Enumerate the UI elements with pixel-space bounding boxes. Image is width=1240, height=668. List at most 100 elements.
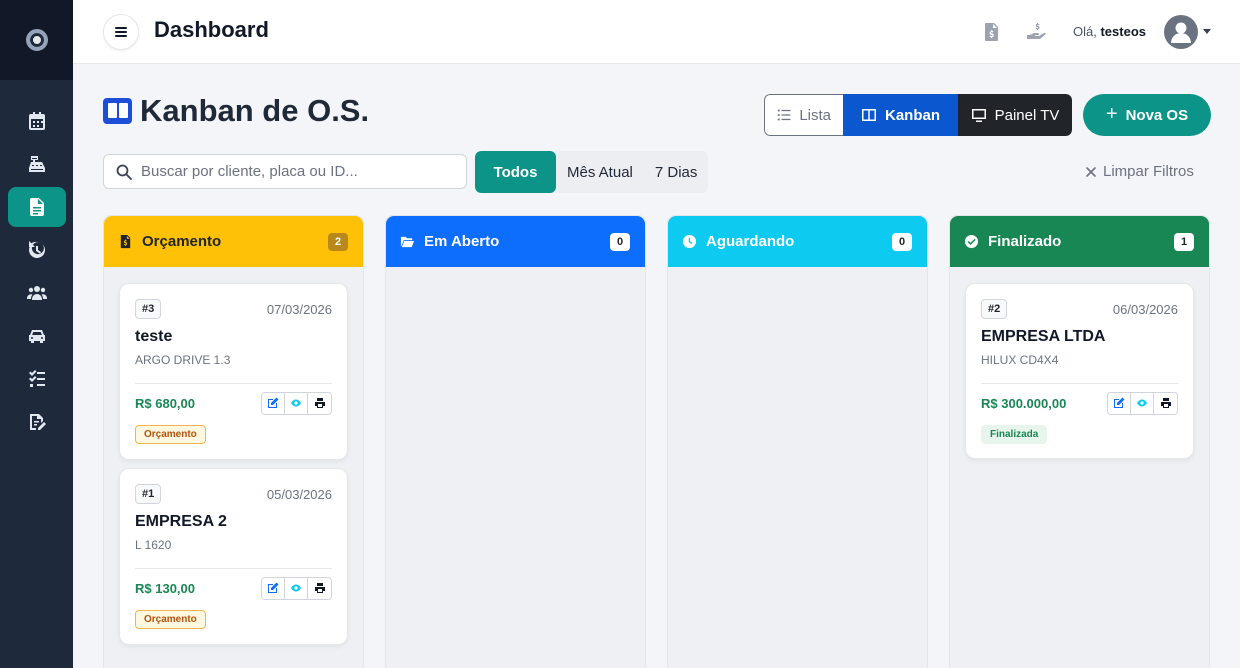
eye-icon <box>291 584 301 592</box>
card-divider <box>135 383 332 384</box>
clear-filters-label: Limpar Filtros <box>1103 163 1194 180</box>
print-button[interactable] <box>1154 392 1177 414</box>
printer-icon <box>314 398 325 408</box>
topbar: Dashboard Olá, testeos <box>73 0 1240 64</box>
column-title: Finalizado <box>988 233 1062 250</box>
invoice-icon <box>985 23 998 41</box>
close-icon <box>1086 166 1096 177</box>
column-orcamento: Orçamento 2 #3 07/03/2026 teste ARGO DRI… <box>103 215 364 668</box>
filter-mes-atual-button[interactable]: Mês Atual <box>556 151 644 193</box>
order-id-badge: #1 <box>135 484 162 504</box>
column-count-badge: 2 <box>328 232 348 251</box>
user-greeting: Olá, testeos <box>1073 24 1146 39</box>
status-badge: Orçamento <box>135 425 206 444</box>
app-logo[interactable] <box>0 0 73 80</box>
columns-icon <box>861 109 876 121</box>
card-actions <box>261 576 332 600</box>
order-price: R$ 130,00 <box>135 580 195 596</box>
view-switcher: Lista Kanban Painel TV <box>764 94 1072 136</box>
payment-button[interactable] <box>1025 20 1047 44</box>
client-name: teste <box>135 328 173 345</box>
check-circle-icon <box>964 234 979 249</box>
user-avatar-icon <box>1171 22 1191 43</box>
card-actions <box>1107 391 1178 415</box>
view-kanban-label: Kanban <box>884 106 940 124</box>
invoice-button[interactable] <box>981 20 1003 44</box>
vehicle-name: L 1620 <box>135 538 172 552</box>
edit-button[interactable] <box>262 392 285 414</box>
vehicle-name: HILUX CD4X4 <box>981 353 1059 367</box>
sidebar-nav <box>0 80 73 442</box>
user-menu-caret-icon[interactable] <box>1203 29 1211 34</box>
printer-icon <box>314 583 325 593</box>
kanban-icon <box>103 98 132 124</box>
plus-icon: + <box>1105 103 1118 125</box>
printer-icon <box>1160 398 1171 408</box>
sidebar-item-vehicles[interactable] <box>8 316 66 356</box>
calendar-icon <box>29 112 45 130</box>
view-lista-button[interactable]: Lista <box>764 94 843 136</box>
new-order-label: Nova OS <box>1125 106 1189 124</box>
clear-filters-button[interactable]: Limpar Filtros <box>1085 163 1194 180</box>
view-button[interactable] <box>285 392 308 414</box>
order-card[interactable]: #1 05/03/2026 EMPRESA 2 L 1620 R$ 130,00… <box>119 468 348 645</box>
order-card[interactable]: #2 06/03/2026 EMPRESA LTDA HILUX CD4X4 R… <box>965 283 1194 459</box>
sidebar-item-users[interactable] <box>8 273 66 313</box>
user-avatar-button[interactable] <box>1164 15 1198 49</box>
order-date: 05/03/2026 <box>266 486 332 502</box>
column-em-aberto: Em Aberto 0 <box>385 215 646 668</box>
eye-icon <box>291 399 301 407</box>
sidebar-item-history[interactable] <box>8 230 66 270</box>
car-icon <box>29 330 45 343</box>
search-input[interactable] <box>141 163 441 180</box>
status-badge: Orçamento <box>135 610 206 629</box>
sidebar-item-signature[interactable] <box>8 402 66 442</box>
column-count-badge: 1 <box>1174 232 1194 251</box>
logo-icon <box>25 29 48 51</box>
column-title: Aguardando <box>706 233 795 250</box>
client-name: EMPRESA LTDA <box>981 328 1106 345</box>
card-divider <box>981 383 1178 384</box>
column-count-badge: 0 <box>892 232 912 251</box>
view-kanban-button[interactable]: Kanban <box>843 94 958 136</box>
edit-button[interactable] <box>262 577 285 599</box>
hamburger-icon <box>115 27 127 37</box>
new-order-button[interactable]: + Nova OS <box>1083 94 1211 136</box>
edit-icon <box>268 397 279 408</box>
clock-icon <box>682 234 697 249</box>
sidebar-item-checklist[interactable] <box>8 359 66 399</box>
column-title: Orçamento <box>142 233 222 250</box>
sidebar-item-calendar[interactable] <box>8 101 66 141</box>
list-icon <box>777 109 791 121</box>
kanban-title: Kanban de O.S. <box>140 93 370 128</box>
print-button[interactable] <box>308 577 331 599</box>
order-price: R$ 300.000,00 <box>981 395 1067 411</box>
period-filter: Todos Mês Atual 7 Dias <box>475 151 709 193</box>
view-tv-label: Painel TV <box>994 106 1060 124</box>
view-lista-label: Lista <box>799 106 831 124</box>
column-title: Em Aberto <box>424 233 500 250</box>
column-header: Orçamento 2 <box>104 216 363 267</box>
folder-open-icon <box>400 236 415 248</box>
vehicle-name: ARGO DRIVE 1.3 <box>135 353 231 367</box>
menu-toggle-button[interactable] <box>103 14 139 50</box>
view-button[interactable] <box>1131 392 1154 414</box>
order-card[interactable]: #3 07/03/2026 teste ARGO DRIVE 1.3 R$ 68… <box>119 283 348 460</box>
print-button[interactable] <box>308 392 331 414</box>
edit-button[interactable] <box>1108 392 1131 414</box>
filter-todos-button[interactable]: Todos <box>475 151 556 193</box>
sidebar-item-cash-register[interactable] <box>8 144 66 184</box>
order-price: R$ 680,00 <box>135 395 195 411</box>
filter-7-dias-button[interactable]: 7 Dias <box>644 151 709 193</box>
column-header: Finalizado 1 <box>950 216 1209 267</box>
sidebar-item-orders[interactable] <box>8 187 66 227</box>
invoice-dollar-icon <box>120 234 131 249</box>
view-button[interactable] <box>285 577 308 599</box>
sidebar <box>0 0 73 668</box>
checklist-icon <box>29 370 45 387</box>
greeting-prefix: Olá, <box>1073 24 1097 39</box>
order-id-badge: #3 <box>135 299 162 319</box>
search-box <box>103 154 467 189</box>
order-date: 07/03/2026 <box>266 301 332 317</box>
view-tv-button[interactable]: Painel TV <box>958 94 1072 136</box>
